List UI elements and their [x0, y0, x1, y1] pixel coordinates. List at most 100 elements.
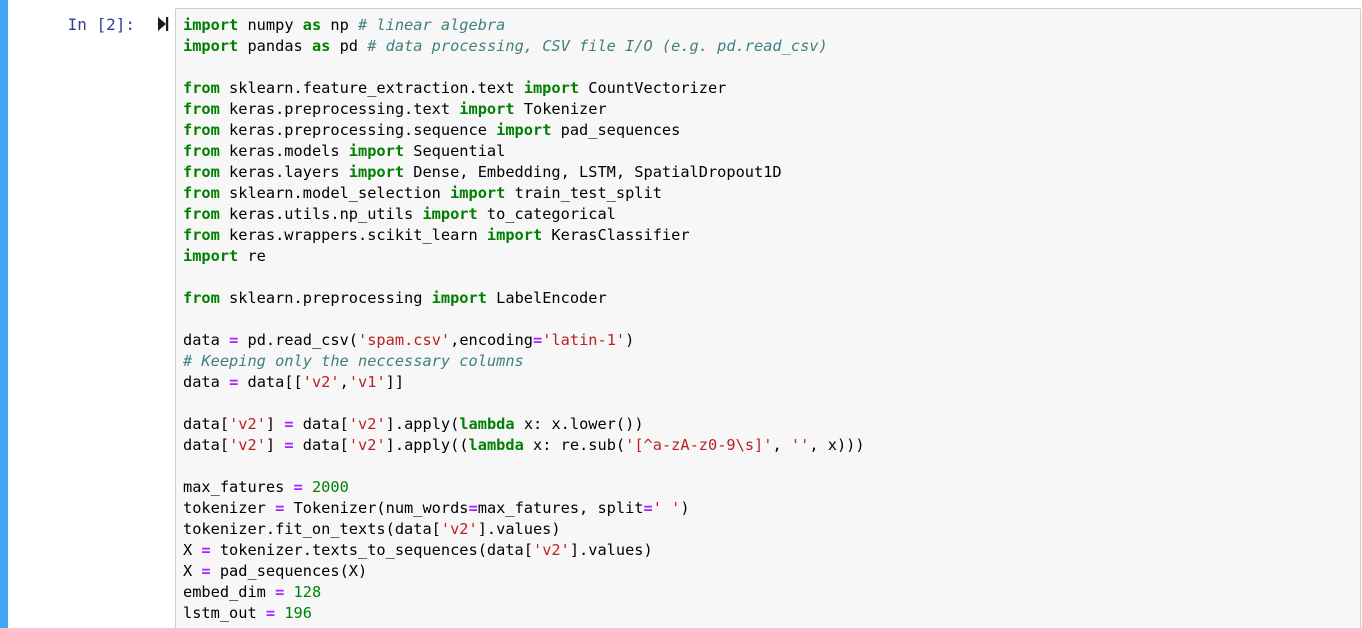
code-cell-editor[interactable]: import numpy as np # linear algebra impor… [175, 8, 1361, 628]
code-text: ].values) [477, 520, 561, 538]
code-text: , [772, 436, 791, 454]
code-text: pd [330, 37, 368, 55]
code-keyword: lambda [459, 415, 515, 433]
code-line: from keras.wrappers.scikit_learn import … [183, 225, 865, 246]
code-operator: = [265, 604, 276, 622]
code-text: pad_sequences [551, 121, 681, 139]
code-text: ] [265, 415, 285, 433]
code-text: data[[ [238, 373, 303, 391]
code-operator: = [275, 583, 285, 601]
code-text: sklearn.preprocessing [219, 289, 432, 307]
code-comment: # Keeping only the neccessary columns [183, 352, 524, 370]
code-text: lstm_out [183, 604, 266, 622]
code-keyword: import [183, 16, 239, 34]
code-keyword: lambda [468, 436, 524, 454]
code-line: data = data[['v2','v1']] [183, 372, 865, 393]
code-line: from keras.preprocessing.text import Tok… [183, 99, 865, 120]
code-comment: # data processing, CSV file I/O (e.g. pd… [367, 37, 828, 55]
code-text: tokenizer.fit_on_texts(data[ [183, 520, 441, 538]
code-text: x: re.sub( [523, 436, 626, 454]
code-keyword: from [183, 226, 220, 244]
code-line: lstm_out = 196 [183, 603, 865, 624]
code-text: pd.read_csv( [238, 331, 359, 349]
code-text: keras.wrappers.scikit_learn [219, 226, 487, 244]
code-text: Dense, Embedding, LSTM, SpatialDropout1D [404, 163, 782, 181]
code-string: 'v2' [302, 373, 340, 391]
code-text: max_fatures [183, 478, 294, 496]
code-text: keras.layers [219, 163, 349, 181]
code-text: data [183, 331, 230, 349]
code-line: from keras.models import Sequential [183, 141, 865, 162]
code-number: 128 [293, 583, 322, 601]
code-keyword: as [311, 37, 331, 55]
code-line: data['v2'] = data['v2'].apply(lambda x: … [183, 414, 865, 435]
code-number: 196 [284, 604, 312, 622]
code-keyword: from [183, 100, 220, 118]
code-keyword: import [183, 247, 239, 265]
code-text: ].apply(( [385, 436, 469, 454]
code-text: data[ [293, 436, 349, 454]
code-text: keras.utils.np_utils [219, 205, 423, 223]
code-text: KerasClassifier [542, 226, 690, 244]
selected-cell-indicator [0, 0, 8, 628]
code-operator: = [201, 562, 211, 580]
code-text: data[ [183, 415, 230, 433]
code-text: ]] [385, 373, 405, 391]
code-keyword: import [348, 142, 405, 160]
code-operator: = [275, 499, 285, 517]
code-operator: = [468, 499, 478, 517]
code-line: from sklearn.preprocessing import LabelE… [183, 288, 865, 309]
code-text: X [183, 541, 202, 559]
code-keyword: import [183, 37, 239, 55]
code-keyword: from [183, 184, 220, 202]
code-text: data [183, 373, 230, 391]
code-line: data['v2'] = data['v2'].apply((lambda x:… [183, 435, 865, 456]
code-operator: = [229, 373, 239, 391]
code-text: sklearn.feature_extraction.text [219, 79, 524, 97]
code-text: ,encoding [450, 331, 534, 349]
code-comment: # linear algebra [358, 16, 506, 34]
code-text: ] [265, 436, 285, 454]
code-text: re [238, 247, 266, 265]
code-text: Tokenizer [514, 100, 607, 118]
code-line: from keras.utils.np_utils import to_cate… [183, 204, 865, 225]
code-text: ].values) [569, 541, 653, 559]
code-string: ' ' [652, 499, 681, 517]
code-string: 'v2' [229, 415, 266, 433]
code-text: ) [625, 331, 635, 349]
code-keyword: as [302, 16, 322, 34]
code-keyword: import [450, 184, 506, 202]
code-text: data[ [183, 436, 230, 454]
run-cell-icon[interactable] [157, 16, 169, 32]
code-keyword: import [496, 121, 552, 139]
code-text: np [321, 16, 358, 34]
code-line: from sklearn.model_selection import trai… [183, 183, 865, 204]
code-operator: = [229, 331, 239, 349]
code-text: keras.models [219, 142, 349, 160]
code-text: sklearn.model_selection [219, 184, 451, 202]
code-operator: = [533, 331, 543, 349]
code-keyword: import [486, 226, 543, 244]
code-text: tokenizer.texts_to_sequences(data[ [210, 541, 533, 559]
cell-prompt: In [2]: [67, 15, 135, 34]
code-string: 'v1' [348, 373, 386, 391]
notebook-page: In [2]: import numpy as np # linear alge… [0, 0, 1362, 628]
code-keyword: import [422, 205, 478, 223]
code-operator: = [643, 499, 653, 517]
code-text: , [339, 373, 349, 391]
code-keyword: from [183, 142, 220, 160]
code-string: 'v2' [348, 415, 386, 433]
code-line: tokenizer = Tokenizer(num_words=max_fatu… [183, 498, 865, 519]
code-line: X = pad_sequences(X) [183, 561, 865, 582]
code-text: pad_sequences(X) [210, 562, 368, 580]
code-text: ].apply( [385, 415, 460, 433]
code-keyword: import [431, 289, 487, 307]
code-string: 'spam.csv' [358, 331, 451, 349]
code-operator: = [201, 541, 211, 559]
code-keyword: import [459, 100, 515, 118]
code-operator: = [293, 478, 303, 496]
